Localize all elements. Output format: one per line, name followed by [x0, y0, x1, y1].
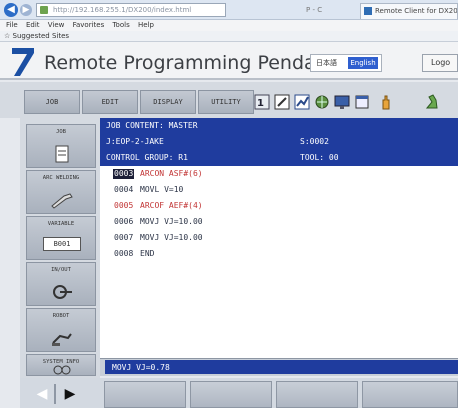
edit-window-icon[interactable] [274, 93, 290, 111]
tab-job[interactable]: JOB [24, 90, 80, 114]
page-nav: ◀ ▶ [20, 378, 100, 408]
back-button[interactable]: ◀ [4, 3, 18, 17]
job-line[interactable]: MOVJ VJ=10.00 [140, 218, 203, 226]
menu-help[interactable]: Help [138, 21, 154, 29]
page-right-icon[interactable]: ▶ [62, 386, 78, 402]
robot-icon [52, 333, 72, 346]
app-title: Remote Programming Pendant [44, 52, 336, 74]
job-line[interactable]: END [140, 250, 154, 258]
input-line-text: MOVJ VJ=0.78 [112, 363, 170, 372]
menu-favorites[interactable]: Favorites [73, 21, 105, 29]
job-line[interactable]: MOVL V=10 [140, 186, 183, 194]
torch-icon [51, 193, 73, 209]
menu-job-label: JOB [56, 129, 66, 135]
hand-icon[interactable] [378, 93, 394, 111]
page-left-icon[interactable]: ◀ [34, 386, 50, 402]
line-number[interactable]: 0008 [114, 250, 133, 258]
svg-text:1: 1 [257, 98, 264, 109]
menu-io-label: IN/OUT [51, 267, 71, 273]
io-icon [53, 285, 72, 299]
menu-tools[interactable]: Tools [112, 21, 129, 29]
soft-key-2[interactable] [190, 381, 272, 408]
menu-edit[interactable]: Edit [26, 21, 40, 29]
robot-status-icon[interactable] [424, 93, 440, 111]
menu-robot-button[interactable]: ROBOT [26, 308, 96, 352]
soft-key-1[interactable] [104, 381, 186, 408]
job-line[interactable]: MOVJ VJ=10.00 [140, 234, 203, 242]
line-number[interactable]: 0003 [114, 170, 133, 178]
nav-divider [54, 384, 56, 404]
browser-menubar: File Edit View Favorites Tools Help [0, 20, 458, 31]
menu-arc-welding-button[interactable]: ARC WELDING [26, 170, 96, 214]
tool-number: TOOL: 00 [300, 153, 339, 162]
browser-tab[interactable]: Remote Client for DX200 [360, 3, 458, 19]
line-number[interactable]: 0006 [114, 218, 133, 226]
menu-view[interactable]: View [48, 21, 65, 29]
soft-key-3[interactable] [276, 381, 358, 408]
control-group: CONTROL GROUP: R1 [106, 153, 188, 162]
menu-robot-label: ROBOT [52, 313, 70, 319]
job-icon [55, 145, 69, 163]
job-name: J:EOP-2-JAKE [106, 137, 164, 146]
menu-io-button[interactable]: IN/OUT [26, 262, 96, 306]
logout-button[interactable]: Logo [422, 54, 458, 72]
tab-edit[interactable]: EDIT [82, 90, 138, 114]
line-number[interactable]: 0007 [114, 234, 133, 242]
menu-job-button[interactable]: JOB [26, 124, 96, 168]
job-line[interactable]: ARCON ASF#(6) [140, 170, 203, 178]
line-number[interactable]: 0004 [114, 186, 133, 194]
line-number[interactable]: 0005 [114, 202, 133, 210]
screen-icon[interactable] [334, 93, 350, 111]
tab-display[interactable]: DISPLAY [140, 90, 196, 114]
soft-key-4[interactable] [362, 381, 458, 408]
menu-system-info-button[interactable]: SYSTEM INFO [26, 354, 96, 376]
lang-japanese-button[interactable]: 日本語 [316, 58, 337, 68]
favorites-bar: ☆ Suggested Sites [0, 31, 458, 42]
lang-english-button[interactable]: English [348, 57, 378, 69]
job-step: S:0002 [300, 137, 329, 146]
system-info-icon [53, 365, 71, 375]
page-icon [40, 6, 48, 14]
menu-arc-welding-label: ARC WELDING [42, 175, 80, 181]
favorites-link[interactable]: Suggested Sites [13, 32, 70, 40]
window-icon[interactable] [354, 93, 370, 111]
graph-icon[interactable] [294, 93, 310, 111]
address-controls[interactable]: P - C [306, 3, 356, 17]
logo-icon [12, 48, 34, 76]
multi-window-icon[interactable]: 1 [254, 93, 270, 111]
job-line[interactable]: ARCOF AEF#(4) [140, 202, 203, 210]
address-bar[interactable]: http://192.168.255.1/DX200/index.html [36, 3, 226, 17]
favorites-star-icon: ☆ [4, 32, 13, 40]
tab-utility[interactable]: UTILITY [198, 90, 254, 114]
menu-file[interactable]: File [6, 21, 18, 29]
tab-icon [364, 7, 372, 15]
variable-value: B001 [43, 237, 81, 251]
globe-icon[interactable] [314, 93, 330, 111]
menu-variable-label: VARIABLE [47, 221, 75, 227]
menu-variable-button[interactable]: VARIABLE B001 [26, 216, 96, 260]
forward-button[interactable]: ▶ [20, 4, 32, 16]
job-content-title: JOB CONTENT: MASTER [106, 121, 198, 130]
